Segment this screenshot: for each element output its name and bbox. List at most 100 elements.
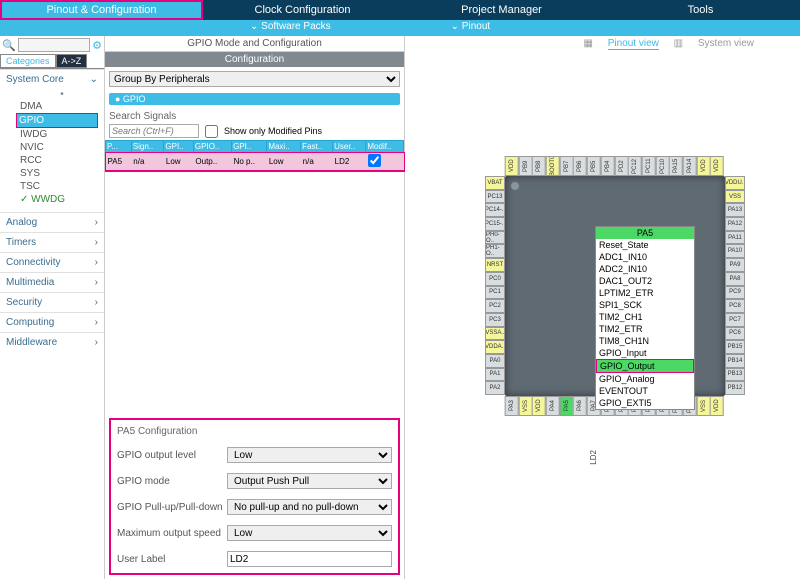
search-signals[interactable] — [109, 124, 199, 138]
system-view[interactable]: System view — [698, 38, 754, 49]
pin-PC13[interactable]: PC13 — [485, 190, 505, 204]
pin-PC2[interactable]: PC2 — [485, 299, 505, 313]
pin-PA5[interactable]: PA5 — [560, 396, 574, 416]
section-computing[interactable]: Computing› — [0, 312, 104, 332]
pin-PA10[interactable]: PA10 — [725, 244, 745, 258]
pin-VDD[interactable]: VDD — [710, 396, 724, 416]
ctx-opt-GPIO_Analog[interactable]: GPIO_Analog — [596, 373, 694, 385]
tree-sys[interactable]: SYS — [20, 167, 104, 180]
section-multimedia[interactable]: Multimedia› — [0, 272, 104, 292]
tree-iwdg[interactable]: IWDG — [20, 128, 104, 141]
section-system-core[interactable]: System Core⌄ — [0, 69, 104, 89]
pin-PA0[interactable]: PA0 — [485, 354, 505, 368]
pinout-view[interactable]: Pinout view — [608, 38, 659, 50]
pin-PB8[interactable]: PB8 — [532, 156, 546, 176]
section-security[interactable]: Security› — [0, 292, 104, 312]
pin-VSS[interactable]: VSS — [725, 190, 745, 204]
tree-dma[interactable]: DMA — [20, 100, 104, 113]
gpio-pill[interactable]: ● GPIO — [109, 93, 400, 105]
gpio-mode[interactable]: Output Push Pull — [227, 473, 392, 489]
tab-tools[interactable]: Tools — [601, 0, 800, 20]
ctx-opt-ADC1_IN10[interactable]: ADC1_IN10 — [596, 251, 694, 263]
pin-PB6[interactable]: PB6 — [573, 156, 587, 176]
gpio-output-level[interactable]: Low — [227, 447, 392, 463]
pin-PA4[interactable]: PA4 — [546, 396, 560, 416]
pin-VSS[interactable]: VSS — [519, 396, 533, 416]
pin-PB7[interactable]: PB7 — [560, 156, 574, 176]
pin-PC9[interactable]: PC9 — [725, 286, 745, 300]
pin-PA2[interactable]: PA2 — [485, 381, 505, 395]
tree-tsc[interactable]: TSC — [20, 180, 104, 193]
group-by[interactable]: Group By Peripherals — [109, 71, 400, 87]
pin-VDD[interactable]: VDD — [697, 156, 711, 176]
pin-PC15-..[interactable]: PC15-.. — [485, 217, 505, 231]
section-analog[interactable]: Analog› — [0, 212, 104, 232]
tab-project[interactable]: Project Manager — [402, 0, 601, 20]
pin-PH1-O..[interactable]: PH1-O.. — [485, 244, 505, 258]
pin-PA14[interactable]: PA14 — [683, 156, 697, 176]
ctx-opt-EVENTOUT[interactable]: EVENTOUT — [596, 385, 694, 397]
ctx-opt-TIM8_CH1N[interactable]: TIM8_CH1N — [596, 335, 694, 347]
search-combo[interactable] — [18, 38, 90, 52]
pin-VDD[interactable]: VDD — [710, 156, 724, 176]
tab-az[interactable]: A->Z — [56, 54, 88, 68]
ctx-opt-TIM2_ETR[interactable]: TIM2_ETR — [596, 323, 694, 335]
row-mod-check[interactable] — [368, 154, 381, 167]
section-timers[interactable]: Timers› — [0, 232, 104, 252]
gpio-speed[interactable]: Low — [227, 525, 392, 541]
pin-PB5[interactable]: PB5 — [587, 156, 601, 176]
pin-PA6[interactable]: PA6 — [573, 396, 587, 416]
submenu-pinout[interactable]: ⌄ Pinout — [441, 20, 501, 36]
pin-PC6[interactable]: PC6 — [725, 327, 745, 341]
pin-VSSA..[interactable]: VSSA.. — [485, 327, 505, 341]
pin-PD2[interactable]: PD2 — [615, 156, 629, 176]
table-row[interactable]: PA5n/aLow Outp..No p..Low n/aLD2 — [106, 153, 404, 171]
section-connectivity[interactable]: Connectivity› — [0, 252, 104, 272]
ctx-opt-GPIO_Output[interactable]: GPIO_Output — [596, 359, 694, 373]
pin-PB15[interactable]: PB15 — [725, 340, 745, 354]
pin-PA12[interactable]: PA12 — [725, 217, 745, 231]
pin-VSS[interactable]: VSS — [697, 396, 711, 416]
pin-NRST[interactable]: NRST — [485, 258, 505, 272]
pin-PA15[interactable]: PA15 — [669, 156, 683, 176]
section-middleware[interactable]: Middleware› — [0, 332, 104, 352]
tab-categories[interactable]: Categories — [0, 54, 56, 68]
submenu-software-packs[interactable]: ⌄ Software Packs — [240, 20, 341, 36]
pin-PB12[interactable]: PB12 — [725, 381, 745, 395]
pin-VDDU..[interactable]: VDDU.. — [725, 176, 745, 190]
pin-PA9[interactable]: PA9 — [725, 258, 745, 272]
pin-PA1[interactable]: PA1 — [485, 368, 505, 382]
modified-checkbox[interactable] — [205, 125, 218, 138]
tree-nvic[interactable]: NVIC — [20, 141, 104, 154]
pin-PC1[interactable]: PC1 — [485, 286, 505, 300]
pin-PC3[interactable]: PC3 — [485, 313, 505, 327]
pin-PC11[interactable]: PC11 — [642, 156, 656, 176]
pin-VDDA..[interactable]: VDDA.. — [485, 340, 505, 354]
pin-PH0-O..[interactable]: PH0-O.. — [485, 231, 505, 245]
ctx-opt-ADC2_IN10[interactable]: ADC2_IN10 — [596, 263, 694, 275]
pin-PB4[interactable]: PB4 — [601, 156, 615, 176]
pin-PA11[interactable]: PA11 — [725, 231, 745, 245]
pin-PC14-..[interactable]: PC14-.. — [485, 203, 505, 217]
pin-PC0[interactable]: PC0 — [485, 272, 505, 286]
pin-PC8[interactable]: PC8 — [725, 299, 745, 313]
tree-rcc[interactable]: RCC — [20, 154, 104, 167]
ctx-opt-DAC1_OUT2[interactable]: DAC1_OUT2 — [596, 275, 694, 287]
pin-PC10[interactable]: PC10 — [656, 156, 670, 176]
tree-wwdg[interactable]: WWDG — [20, 193, 104, 206]
ctx-opt-SPI1_SCK[interactable]: SPI1_SCK — [596, 299, 694, 311]
pin-VDD[interactable]: VDD — [532, 396, 546, 416]
tree-gpio[interactable]: GPIO — [16, 113, 98, 128]
user-label[interactable] — [227, 551, 392, 567]
pin-VDD[interactable]: VDD — [505, 156, 519, 176]
ctx-opt-TIM2_CH1[interactable]: TIM2_CH1 — [596, 311, 694, 323]
ctx-opt-Reset_State[interactable]: Reset_State — [596, 239, 694, 251]
tab-pinout[interactable]: Pinout & Configuration — [0, 0, 203, 20]
pin-BOOT0[interactable]: BOOT0 — [546, 156, 560, 176]
pin-PA3[interactable]: PA3 — [505, 396, 519, 416]
tab-clock[interactable]: Clock Configuration — [203, 0, 402, 20]
pin-PB13[interactable]: PB13 — [725, 368, 745, 382]
pin-PB14[interactable]: PB14 — [725, 354, 745, 368]
gpio-pull[interactable]: No pull-up and no pull-down — [227, 499, 392, 515]
pin-VBAT[interactable]: VBAT — [485, 176, 505, 190]
